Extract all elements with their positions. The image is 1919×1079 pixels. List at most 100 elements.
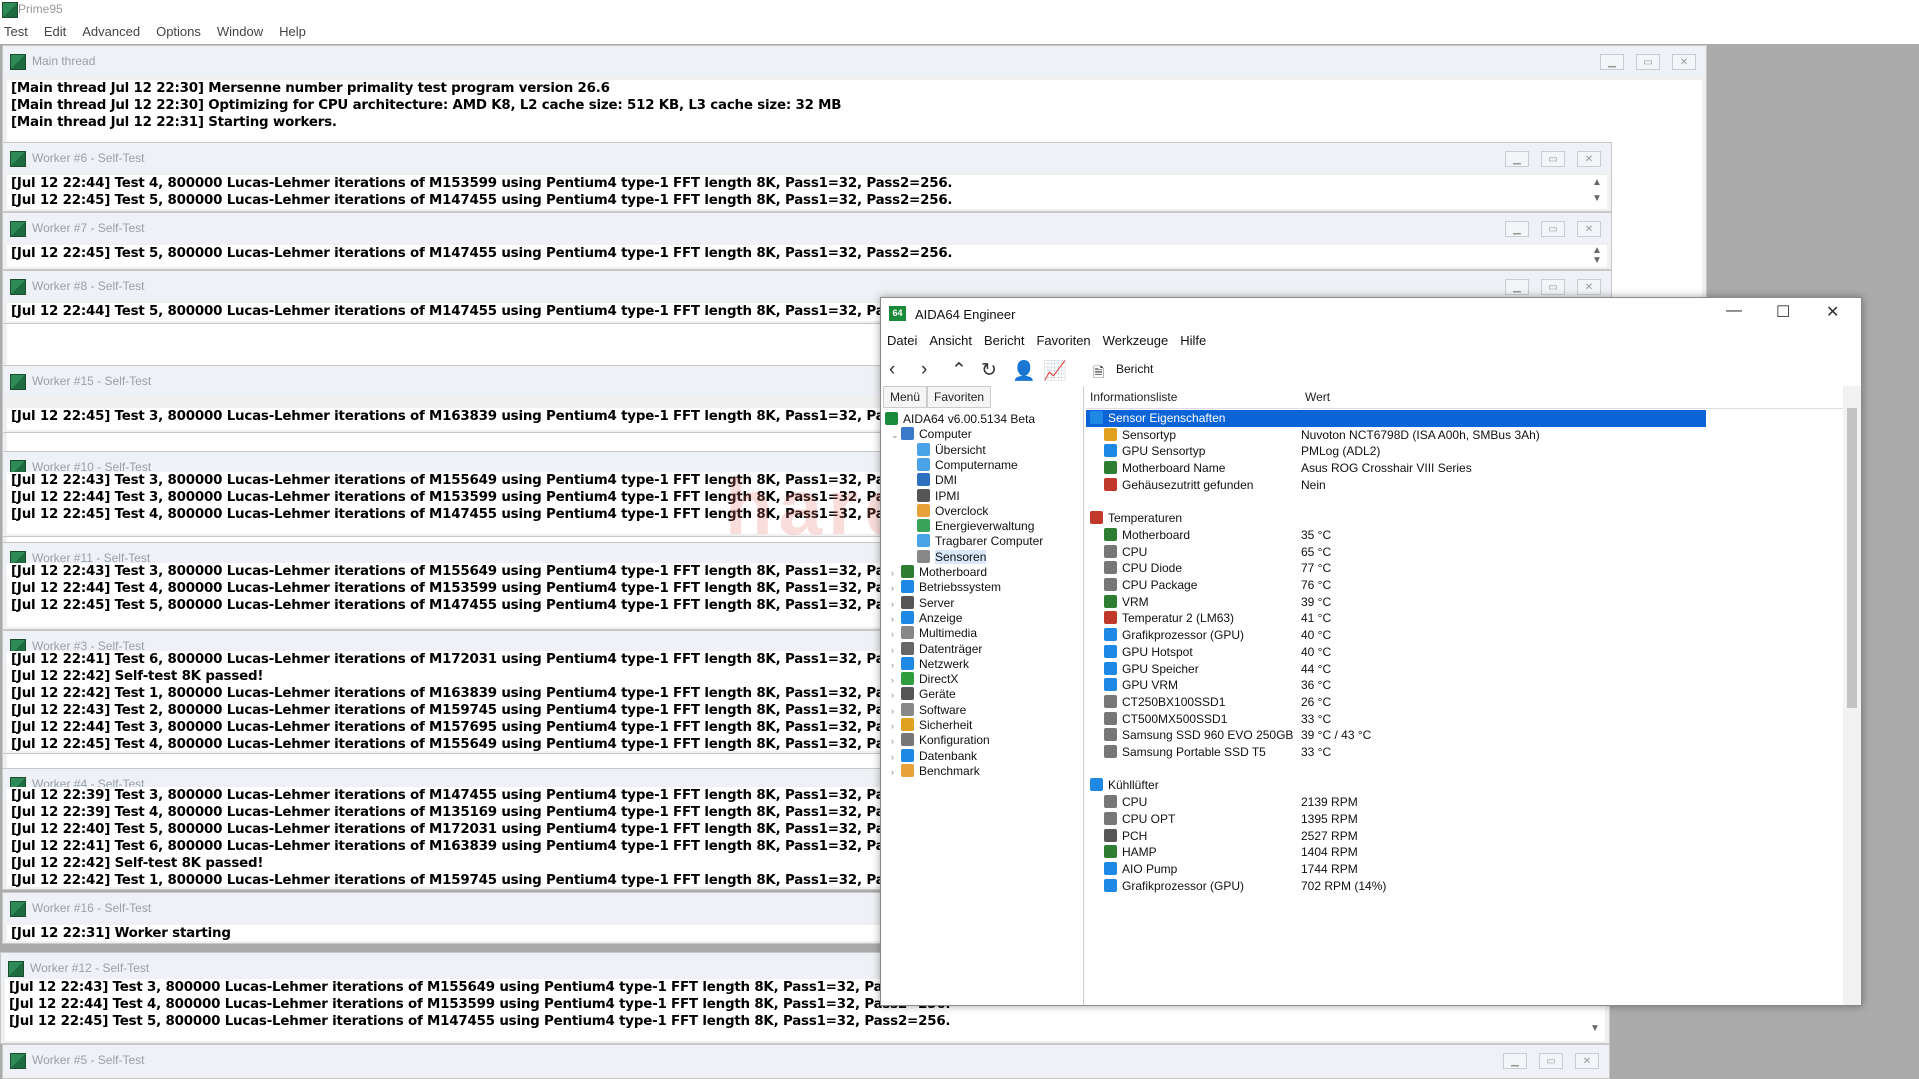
sensor-row[interactable]: CT500MX500SSD1 33 °C	[1086, 711, 1856, 728]
minimize-button[interactable]: ▁	[1505, 279, 1529, 295]
close-button[interactable]: ✕	[1577, 151, 1601, 167]
scroll-down-icon[interactable]: ▼	[1592, 255, 1602, 266]
sensor-row[interactable]: Grafikprozessor (GPU) 40 °C	[1086, 627, 1856, 644]
forward-icon[interactable]: ›	[921, 359, 927, 381]
chevron-right-icon[interactable]: ›	[891, 763, 901, 781]
maximize-button[interactable]: ▭	[1541, 151, 1565, 167]
menu-window[interactable]: Window	[209, 18, 271, 44]
maximize-button[interactable]: ▭	[1541, 279, 1565, 295]
menu-ansicht[interactable]: Ansicht	[923, 330, 978, 351]
sensor-row[interactable]: HAMP 1404 RPM	[1086, 844, 1856, 861]
menu-test[interactable]: Test	[0, 18, 36, 44]
column-header-informationsliste[interactable]: Informationsliste	[1086, 386, 1300, 409]
sensor-row[interactable]: CT250BX100SSD1 26 °C	[1086, 694, 1856, 711]
sensor-row[interactable]: GPU VRM 36 °C	[1086, 677, 1856, 694]
close-button[interactable]: ✕	[1577, 221, 1601, 237]
display-icon	[901, 610, 914, 624]
scrollbar-thumb[interactable]	[1847, 408, 1857, 708]
sensor-row[interactable]: AIO Pump 1744 RPM	[1086, 861, 1856, 878]
menu-options[interactable]: Options	[148, 18, 209, 44]
scroll-down-icon[interactable]: ▼	[1590, 1023, 1600, 1034]
report-icon[interactable]: 🗎	[1093, 362, 1104, 386]
window-titlebar[interactable]: Worker #5 - Self-Test ▁ ▭ ✕	[3, 1045, 1609, 1075]
section-header[interactable]: Temperaturen	[1086, 510, 1856, 527]
up-icon[interactable]: ⌃	[951, 359, 967, 382]
sensor-row[interactable]: Motherboard Name Asus ROG Crosshair VIII …	[1086, 460, 1856, 477]
sensor-row[interactable]: CPU Package 76 °C	[1086, 577, 1856, 594]
sensor-row[interactable]: PCH 2527 RPM	[1086, 828, 1856, 845]
scroll-up-icon[interactable]: ▲	[1592, 177, 1602, 188]
sensor-row[interactable]: CPU 65 °C	[1086, 544, 1856, 561]
close-button[interactable]: ✕	[1577, 279, 1601, 295]
chevron-down-icon[interactable]: ⌄	[891, 426, 901, 444]
row-label: AIO Pump	[1104, 861, 1177, 878]
menu-favoriten[interactable]: Favoriten	[1030, 330, 1096, 351]
menu-advanced[interactable]: Advanced	[74, 18, 148, 44]
refresh-icon[interactable]: ↻	[981, 359, 997, 382]
row-value: 1744 RPM	[1301, 861, 1358, 876]
back-icon[interactable]: ‹	[889, 359, 895, 381]
menu-werkzeuge[interactable]: Werkzeuge	[1097, 330, 1175, 351]
maximize-button[interactable]: ▭	[1636, 54, 1660, 70]
minimize-button[interactable]: ▁	[1503, 1053, 1527, 1069]
scrollbar[interactable]: ▲ ▼	[1589, 175, 1607, 209]
scrollbar[interactable]	[1843, 386, 1861, 1005]
log-area[interactable]: [Jul 12 22:44] Test 4, 800000 Lucas-Lehm…	[7, 175, 1607, 209]
minimize-button[interactable]: ▁	[1505, 151, 1529, 167]
sensor-row[interactable]: Gehäusezutritt gefunden Nein	[1086, 477, 1856, 494]
chart-icon[interactable]: 📈	[1043, 359, 1067, 383]
scroll-down-icon[interactable]: ▼	[1592, 193, 1602, 204]
sensor-row[interactable]: GPU Sensortyp PMLog (ADL2)	[1086, 443, 1856, 460]
minimize-button[interactable]: ▁	[1505, 221, 1529, 237]
section-header[interactable]: Sensor Eigenschaften	[1086, 410, 1706, 427]
scrollbar[interactable]: ▲ ▼	[1589, 245, 1607, 267]
window-worker-6[interactable]: Worker #6 - Self-Test ▁ ▭ ✕ [Jul 12 22:44]…	[2, 142, 1612, 212]
row-key-text: Temperaturen	[1108, 511, 1183, 526]
user-icon[interactable]: 👤	[1012, 359, 1036, 383]
section-header[interactable]: Kühllüfter	[1086, 777, 1856, 794]
sensor-row[interactable]: GPU Speicher 44 °C	[1086, 661, 1856, 678]
log-area[interactable]: [Jul 12 22:45] Test 5, 800000 Lucas-Lehm…	[7, 245, 1607, 267]
database-icon	[901, 748, 914, 762]
close-button[interactable]: ✕	[1672, 54, 1696, 70]
tab-menu[interactable]: Menü	[883, 386, 928, 408]
aida64-window[interactable]: 64 AIDA64 Engineer — ☐ ✕ Datei Ansicht Ber…	[880, 297, 1862, 1006]
sensor-row[interactable]: Temperatur 2 (LM63) 41 °C	[1086, 610, 1856, 627]
menu-help[interactable]: Help	[271, 18, 314, 44]
aida64-titlebar[interactable]: 64 AIDA64 Engineer — ☐ ✕	[881, 298, 1861, 330]
column-header-wert[interactable]: Wert	[1301, 386, 1845, 409]
close-button[interactable]: ✕	[1575, 1053, 1599, 1069]
report-button-label[interactable]: Bericht	[1116, 362, 1153, 376]
prime95-titlebar[interactable]: Prime95	[0, 0, 1919, 18]
menu-hilfe[interactable]: Hilfe	[1174, 330, 1212, 351]
spacer-row	[1086, 761, 1856, 778]
close-button[interactable]: ✕	[1826, 302, 1839, 322]
sensor-row[interactable]: Samsung Portable SSD T5 33 °C	[1086, 744, 1856, 761]
sensor-row[interactable]: Grafikprozessor (GPU) 702 RPM (14%)	[1086, 878, 1856, 895]
menu-datei[interactable]: Datei	[881, 330, 923, 351]
minimize-button[interactable]: —	[1726, 302, 1742, 320]
window-worker-5[interactable]: Worker #5 - Self-Test ▁ ▭ ✕	[2, 1044, 1610, 1079]
menu-edit[interactable]: Edit	[36, 18, 74, 44]
window-titlebar[interactable]: Main thread ▁ ▭ ✕	[3, 46, 1706, 76]
sensor-row[interactable]: CPU Diode 77 °C	[1086, 560, 1856, 577]
maximize-button[interactable]: ▭	[1541, 221, 1565, 237]
minimize-button[interactable]: ▁	[1600, 54, 1624, 70]
tab-favoriten[interactable]: Favoriten	[927, 386, 992, 408]
sensor-row[interactable]: CPU 2139 RPM	[1086, 794, 1856, 811]
sensor-row[interactable]: VRM 39 °C	[1086, 594, 1856, 611]
sensor-row[interactable]: Motherboard 35 °C	[1086, 527, 1856, 544]
maximize-button[interactable]: ▭	[1539, 1053, 1563, 1069]
window-titlebar[interactable]: Worker #6 - Self-Test ▁ ▭ ✕	[3, 143, 1611, 173]
row-key-text: Sensor Eigenschaften	[1108, 411, 1226, 425]
window-worker-7[interactable]: Worker #7 - Self-Test ▁ ▭ ✕ [Jul 12 22:45]…	[2, 212, 1612, 270]
maximize-button[interactable]: ☐	[1776, 302, 1790, 322]
sensor-row[interactable]: Sensortyp Nuvoton NCT6798D (ISA A00h, SMB…	[1086, 427, 1856, 444]
tree-node[interactable]: › Benchmark	[891, 762, 980, 780]
sensor-row[interactable]: Samsung SSD 960 EVO 250GB 39 °C / 43 °C	[1086, 727, 1856, 744]
window-title: Worker #6 - Self-Test	[32, 151, 145, 165]
window-titlebar[interactable]: Worker #7 - Self-Test ▁ ▭ ✕	[3, 213, 1611, 243]
sensor-row[interactable]: GPU Hotspot 40 °C	[1086, 644, 1856, 661]
sensor-row[interactable]: CPU OPT 1395 RPM	[1086, 811, 1856, 828]
menu-bericht[interactable]: Bericht	[978, 330, 1030, 351]
